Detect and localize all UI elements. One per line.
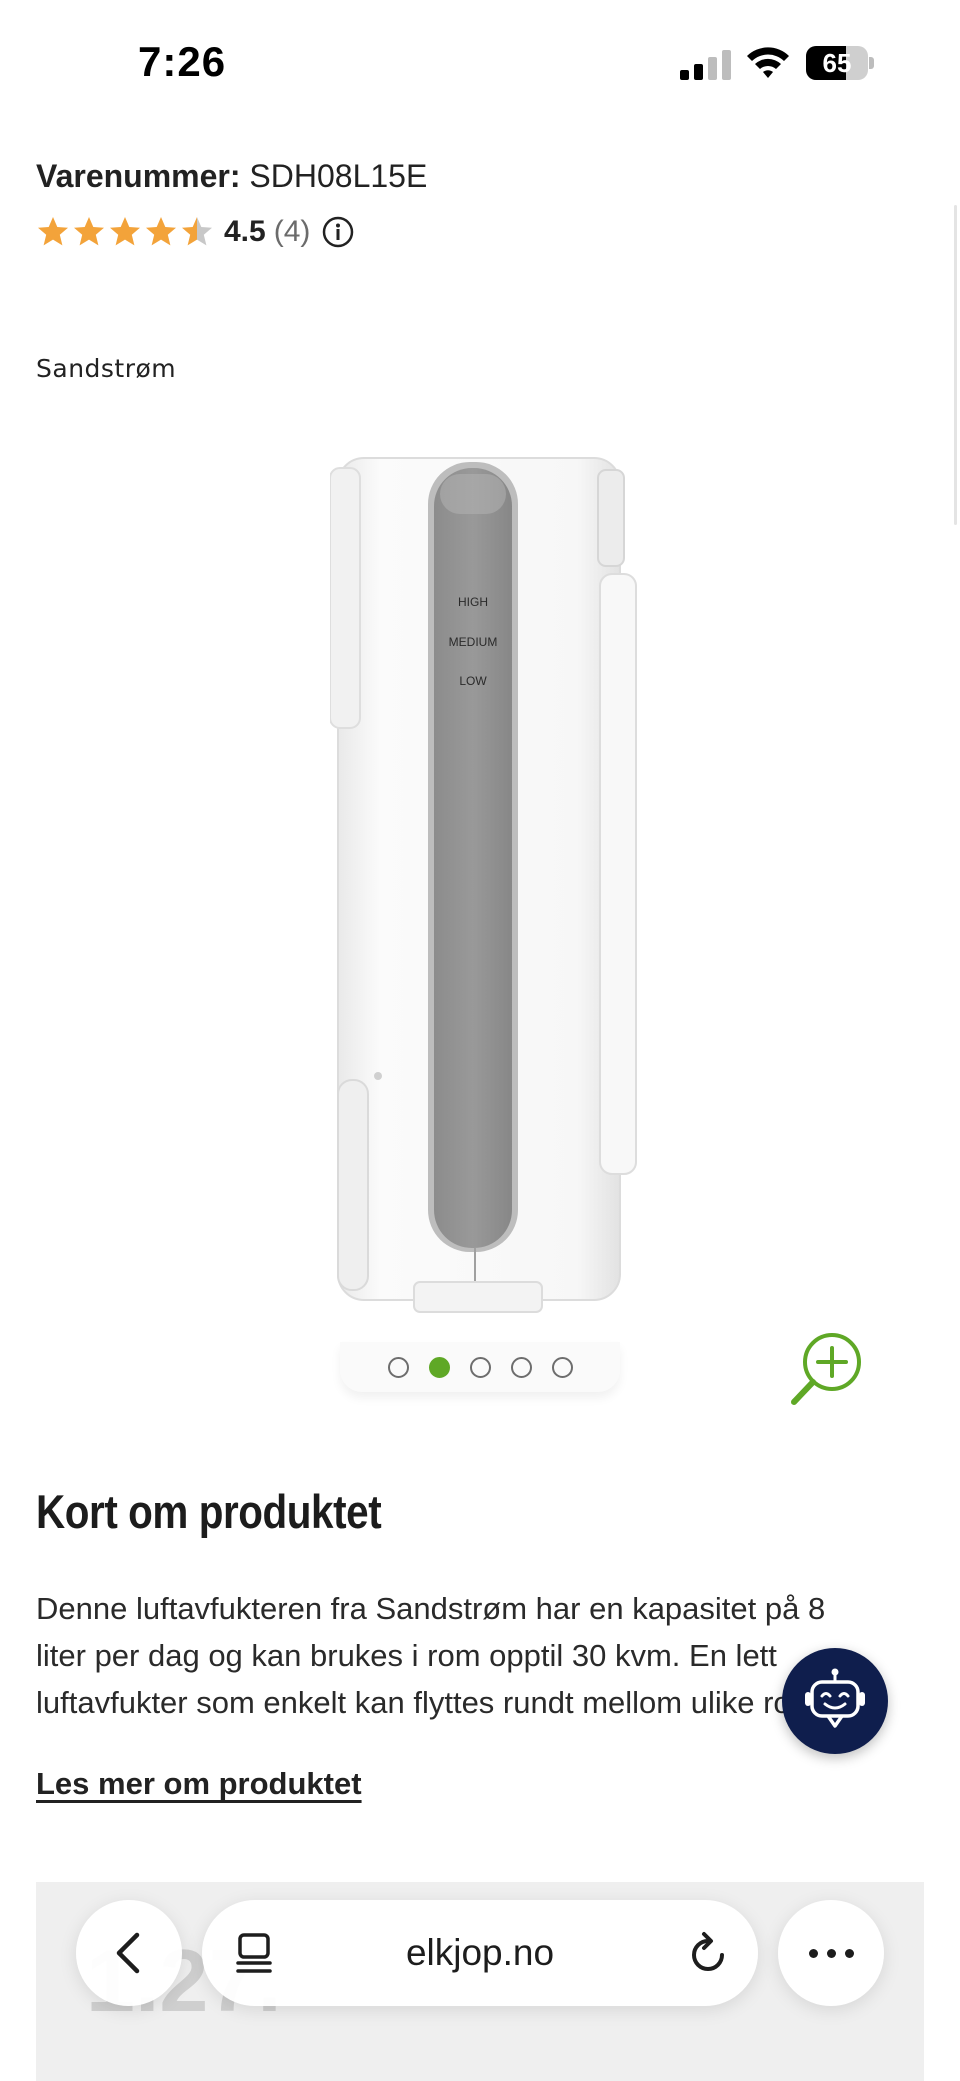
- carousel-dot[interactable]: [428, 1356, 450, 1378]
- sku-label: Varenummer:: [36, 158, 241, 194]
- carousel-dot[interactable]: [510, 1356, 532, 1378]
- carousel-dots: [340, 1342, 620, 1392]
- more-icon: [808, 1948, 818, 1958]
- status-time: 7:26: [138, 38, 227, 85]
- sku-value: SDH08L15E: [249, 158, 428, 194]
- zoom-in-icon[interactable]: [788, 1328, 868, 1408]
- address-bar[interactable]: elkjop.no: [202, 1900, 758, 2006]
- chatbot-icon: [805, 1668, 865, 1728]
- brand-logo[interactable]: Sandstrøm: [36, 354, 176, 383]
- url-text[interactable]: elkjop.no: [202, 1900, 758, 2006]
- carousel-dot[interactable]: [387, 1356, 409, 1378]
- chatbot-button[interactable]: [782, 1648, 888, 1754]
- rating-stars: [36, 215, 214, 249]
- star-icon: [74, 217, 104, 246]
- battery-level: 65: [822, 48, 852, 78]
- read-more-link[interactable]: Les mer om produktet: [36, 1766, 362, 1802]
- reload-icon[interactable]: [686, 1931, 730, 1975]
- browser-toolbar: elkjop.no: [0, 1890, 960, 2010]
- signal-icon: [680, 50, 731, 80]
- scroll-indicator[interactable]: [954, 205, 957, 525]
- section-title: Kort om produktet: [36, 1485, 382, 1538]
- back-chevron-icon: [116, 1932, 140, 1974]
- fan-label-medium: MEDIUM: [449, 635, 498, 649]
- more-icon-dot: [844, 1948, 854, 1958]
- description-line: liter per dag og kan brukes i rom opptil…: [36, 1638, 777, 1673]
- star-icon: [182, 217, 212, 246]
- more-icon-dot: [826, 1948, 836, 1958]
- carousel-dot[interactable]: [469, 1356, 491, 1378]
- info-icon[interactable]: [322, 216, 354, 248]
- fan-label-high: HIGH: [458, 595, 488, 609]
- star-icon: [110, 217, 140, 246]
- description-line: luftavfukter som enkelt kan flyttes rund…: [36, 1685, 826, 1720]
- star-icon: [146, 217, 176, 246]
- back-button[interactable]: [76, 1900, 182, 2006]
- star-icon: [38, 217, 68, 246]
- status-bar: 7:26 65: [0, 0, 960, 130]
- rating[interactable]: 4.5 (4): [36, 210, 354, 254]
- carousel-dot[interactable]: [551, 1356, 573, 1378]
- wifi-icon: [747, 47, 789, 78]
- rating-count[interactable]: (4): [274, 215, 311, 249]
- sku-line: Varenummer: SDH08L15E: [36, 158, 427, 195]
- product-image[interactable]: HIGH MEDIUM LOW: [330, 440, 640, 1320]
- fan-label-low: LOW: [459, 674, 487, 688]
- more-button[interactable]: [778, 1900, 884, 2006]
- rating-value: 4.5: [224, 215, 266, 248]
- description-line: Denne luftavfukteren fra Sandstrøm har e…: [36, 1591, 826, 1626]
- product-description: Denne luftavfukteren fra Sandstrøm har e…: [36, 1585, 906, 1726]
- battery-icon: 65: [806, 46, 874, 80]
